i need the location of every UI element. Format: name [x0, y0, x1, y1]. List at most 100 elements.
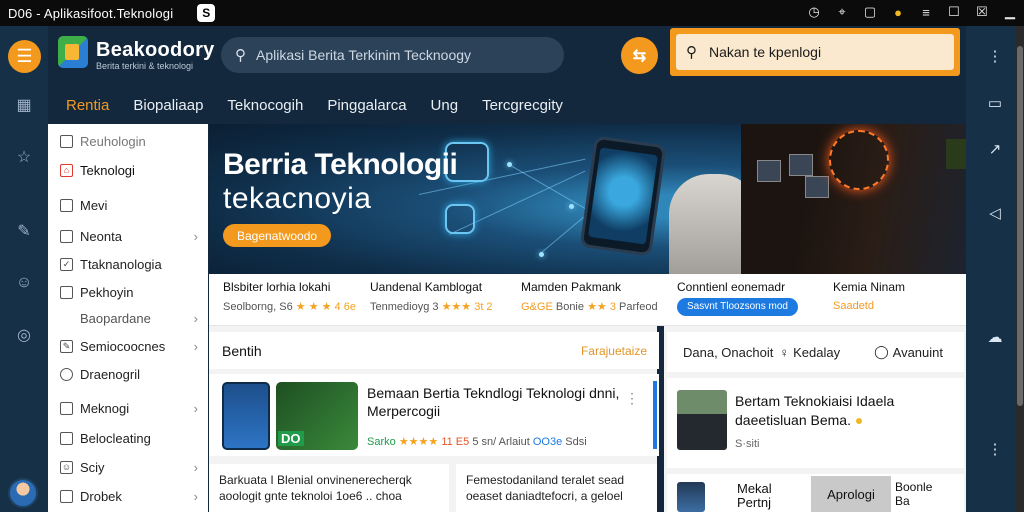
- tab-dana[interactable]: Dana, Onachoit: [667, 345, 773, 360]
- maximize-icon[interactable]: ☐: [946, 4, 962, 20]
- sidebar-item-semiocoocnes[interactable]: ✎ Semiocoocnes ›: [48, 333, 208, 359]
- more-options-icon[interactable]: ⋮: [625, 390, 639, 407]
- feed-more-link[interactable]: Farajuetaize: [581, 344, 647, 358]
- folder-icon: [60, 431, 73, 445]
- feed-header: Bentih Farajuetaize: [209, 332, 659, 369]
- book-icon: [60, 489, 73, 503]
- compass-icon[interactable]: ◎: [13, 324, 35, 346]
- rating-stars: ★★ 3: [587, 301, 616, 313]
- location-icon[interactable]: ⌖: [834, 4, 850, 20]
- sidebar-item-label: Reuhologin: [80, 133, 146, 149]
- scroll-indicator: [653, 381, 657, 449]
- card-meta-blue: OO3e: [532, 436, 563, 448]
- scrollbar-thumb[interactable]: [1017, 46, 1023, 406]
- sidebar-item-label: Baopardane: [80, 310, 151, 326]
- scrollbar[interactable]: [1016, 26, 1024, 512]
- send-icon[interactable]: ◁: [984, 202, 1006, 224]
- headline-item[interactable]: Conntienl eonemadr Sasvnt Tloozsons mod: [677, 280, 798, 316]
- history-icon[interactable]: ◷: [806, 4, 822, 20]
- news-card[interactable]: Barkuata I Blenial onvinenerecherqk aool…: [209, 464, 449, 512]
- main-search[interactable]: ⚲: [221, 37, 564, 73]
- side-card[interactable]: Mekal Pertnj Aprologi Boonle Ba: [667, 474, 964, 512]
- star-icon[interactable]: ☆: [13, 146, 35, 168]
- menu-icon[interactable]: ≡: [918, 4, 934, 20]
- news-feed: Bentih Farajuetaize DO Bemaan Bertia Tek…: [209, 326, 659, 512]
- hero-banner[interactable]: Berria Teknologii tekacnoyia Bagenatwood…: [209, 124, 966, 274]
- document-icon: [60, 134, 73, 148]
- document-icon: [445, 204, 475, 234]
- cloud-icon[interactable]: ☁: [984, 326, 1006, 348]
- sidebar-item-pekhoyin[interactable]: Pekhoyin: [48, 279, 208, 305]
- sidebar-item-label: Ttaknanologia: [80, 256, 162, 272]
- tab-ung[interactable]: Ung: [419, 86, 471, 124]
- side-card-meta: S·siti: [735, 438, 760, 450]
- tab-rentia[interactable]: Rentia: [54, 86, 121, 124]
- thumbnail: [805, 176, 829, 198]
- sidebar-item-draenogril[interactable]: Draenogril: [48, 361, 208, 387]
- secondary-search-input[interactable]: [709, 44, 929, 60]
- grid-icon[interactable]: ▦: [13, 94, 35, 116]
- share-icon[interactable]: ↗: [984, 138, 1006, 160]
- edit-icon[interactable]: ✎: [13, 220, 35, 242]
- sidebar-item-sciy[interactable]: ☺ Sciy ›: [48, 454, 208, 480]
- tab-biopaliaap[interactable]: Biopaliaap: [121, 86, 215, 124]
- logo-icon: [58, 36, 88, 68]
- tab-teknocogih[interactable]: Teknocogih: [215, 86, 315, 124]
- sidebar-item-ttaknanologia[interactable]: ✓ Ttaknanologia: [48, 251, 208, 277]
- chat-icon[interactable]: ▭: [984, 92, 1006, 114]
- share-button[interactable]: ⇆: [621, 37, 658, 74]
- sidebar-item-label: Pekhoyin: [80, 284, 134, 300]
- hero-cta-button[interactable]: Bagenatwoodo: [223, 224, 332, 247]
- headline-item[interactable]: Blsbiter lorhia lokahi Seolborng, S6 ★ ★…: [223, 280, 356, 313]
- minimize-icon[interactable]: ▁: [1002, 4, 1018, 20]
- app-icon[interactable]: S: [197, 4, 216, 22]
- sidebar-item-neonta[interactable]: Neonta ›: [48, 223, 208, 249]
- sidebar-item-baopardane[interactable]: Baopardane ›: [48, 305, 208, 331]
- card-snippet: Barkuata I Blenial onvinenerecherqk aool…: [219, 473, 412, 503]
- tab-tercgrecgity[interactable]: Tercgrecgity: [470, 86, 575, 124]
- headline-strip: Blsbiter lorhia lokahi Seolborng, S6 ★ ★…: [209, 274, 966, 326]
- coin-icon[interactable]: ●: [890, 4, 906, 20]
- sidebar-item-mevi[interactable]: Mevi: [48, 192, 208, 218]
- bookmark-icon: [60, 285, 73, 299]
- grid-icon: [60, 401, 73, 415]
- card-title[interactable]: Bemaan Bertia Tekndlogi Teknologi dnni, …: [367, 384, 627, 420]
- sidebar-item-reuhologin[interactable]: Reuhologin: [48, 128, 208, 154]
- headline-title: Blsbiter lorhia lokahi: [223, 280, 331, 294]
- close-icon[interactable]: ☒: [974, 4, 990, 20]
- sidebar-item-drobek[interactable]: Drobek ›: [48, 483, 208, 509]
- coin-icon: ●: [854, 412, 864, 428]
- headline-meta: Saadetd: [833, 300, 905, 312]
- secondary-search[interactable]: ⚲: [670, 28, 960, 76]
- headline-item[interactable]: Uandenal Kamblogat Tenmedioyg 3 ★★★ 3t 2: [370, 280, 493, 313]
- news-card[interactable]: Femestodaniland teralet sead oeaset dani…: [456, 464, 657, 512]
- chevron-right-icon: ›: [193, 228, 198, 244]
- smile-icon: ☺: [60, 460, 73, 474]
- sidebar-item-label: Drobek: [80, 488, 122, 504]
- people-icon[interactable]: ☺: [13, 272, 35, 294]
- sidebar-item-meknogi[interactable]: Meknogi ›: [48, 395, 208, 421]
- window-title: D06 - Aplikasifoot.Teknologi: [8, 5, 174, 21]
- sidebar-item-label: Mevi: [80, 197, 108, 213]
- more-vertical-icon[interactable]: ⋮: [984, 45, 1006, 67]
- headline-item[interactable]: Mamden Pakmank G&GE Bonie ★★ 3 Parfeod: [521, 280, 658, 313]
- network-node: [539, 252, 544, 257]
- side-card[interactable]: Bertam Teknokiaisi Idaela daeetisluan Be…: [667, 378, 964, 468]
- headline-item[interactable]: Kemia Ninam Saadetd: [833, 280, 905, 312]
- sidebar-item-teknologi[interactable]: ⌂ Teknologi: [48, 157, 208, 183]
- side-card-tag[interactable]: Aprologi: [811, 476, 891, 512]
- secondary-search-box[interactable]: ⚲: [676, 34, 954, 70]
- headline-pill-button[interactable]: Sasvnt Tloozsons mod: [677, 298, 798, 316]
- sidebar-item-label: Belocleating: [80, 430, 151, 446]
- note-icon[interactable]: ▢: [862, 4, 878, 20]
- news-card[interactable]: DO Bemaan Bertia Tekndlogi Teknologi dnn…: [209, 374, 659, 456]
- tab-avanuint[interactable]: Avanuint: [889, 345, 943, 360]
- headline-title: Conntienl eonemadr: [677, 280, 786, 294]
- hamburger-menu-button[interactable]: ☰: [8, 40, 41, 73]
- tab-pinggalarca[interactable]: Pinggalarca: [315, 86, 418, 124]
- more-vertical-icon[interactable]: ⋮: [984, 438, 1006, 460]
- sidebar-item-belocleating[interactable]: Belocleating: [48, 425, 208, 451]
- tab-kedalay[interactable]: Kedalay: [789, 345, 840, 360]
- avatar[interactable]: [8, 478, 38, 508]
- search-input[interactable]: [256, 47, 536, 63]
